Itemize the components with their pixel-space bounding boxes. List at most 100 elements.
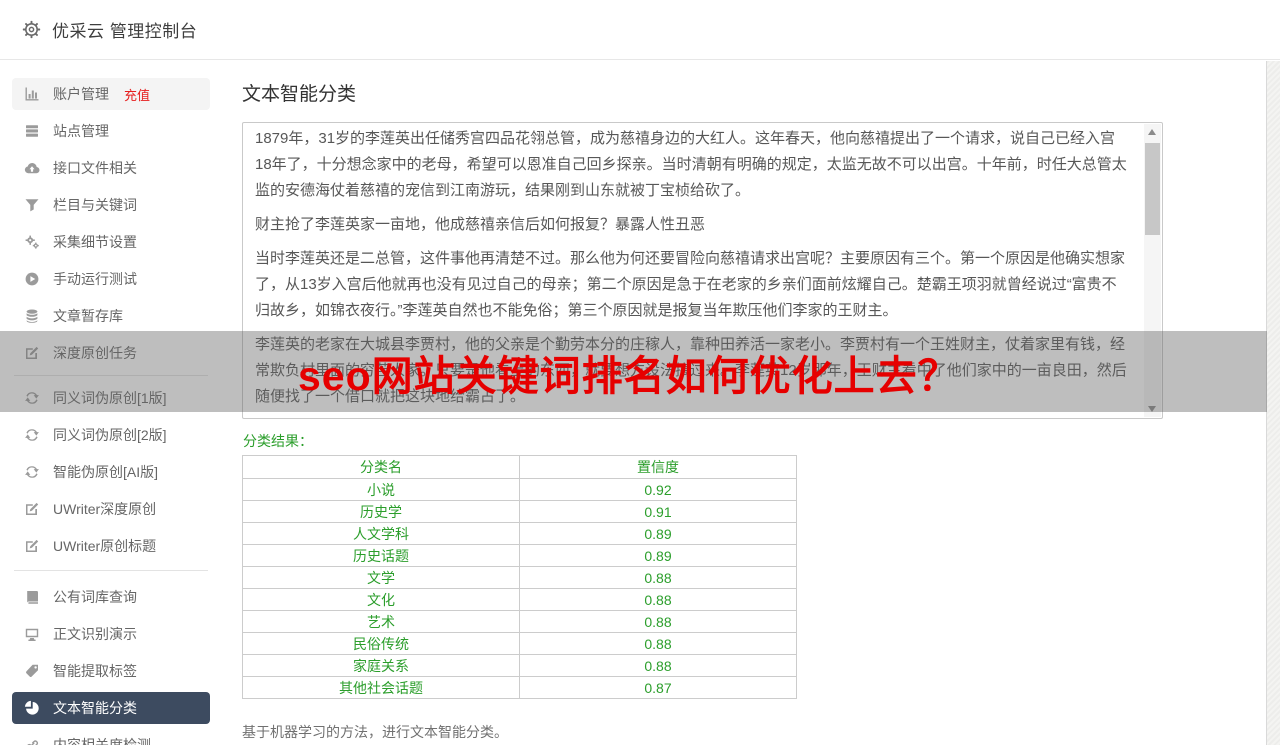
sidebar-item-11[interactable]: UWriter深度原创	[12, 493, 210, 525]
table-row: 民俗传统0.88	[243, 633, 797, 655]
gears-icon	[24, 234, 40, 250]
table-cell: 艺术	[243, 611, 520, 633]
sidebar-item-label: UWriter原创标题	[53, 536, 156, 556]
table-cell: 0.89	[520, 523, 797, 545]
sidebar-item-label: 手动运行测试	[53, 269, 137, 289]
header-bar: 优采云 管理控制台	[0, 0, 1280, 60]
table-row: 历史话题0.89	[243, 545, 797, 567]
sidebar-item-2[interactable]: 接口文件相关	[12, 152, 210, 184]
editor-paragraph: 财主抢了李莲英家一亩地，他成慈禧亲信后如何报复？暴露人性丑恶	[255, 212, 1130, 238]
app-window: 优采云 管理控制台 账户管理充值站点管理接口文件相关栏目与关键词采集细节设置手动…	[0, 0, 1280, 745]
tag-icon	[24, 663, 40, 679]
refresh-icon	[24, 427, 40, 443]
table-cell: 家庭关系	[243, 655, 520, 677]
sidebar-item-10[interactable]: 智能伪原创[AI版]	[12, 456, 210, 488]
sidebar-item-label: 账户管理	[53, 84, 109, 104]
sidebar-item-label: 栏目与关键词	[53, 195, 137, 215]
sidebar-item-1[interactable]: 站点管理	[12, 115, 210, 147]
table-cell: 0.88	[520, 611, 797, 633]
edit-icon	[24, 501, 40, 517]
filter-icon	[24, 197, 40, 213]
watermark-overlay: seo网站关键词排名如何优化上去？	[0, 331, 1267, 412]
sidebar-item-9[interactable]: 同义词伪原创[2版]	[12, 419, 210, 451]
editor-paragraph: 1879年，31岁的李莲英出任储秀宫四品花翎总管，成为慈禧身边的大红人。这年春天…	[255, 126, 1130, 204]
table-header-cell: 分类名	[243, 456, 520, 479]
sidebar-item-label: 智能伪原创[AI版]	[53, 462, 158, 482]
cloud-upload-icon	[24, 160, 40, 176]
table-cell: 0.88	[520, 655, 797, 677]
sidebar-item-5[interactable]: 手动运行测试	[12, 263, 210, 295]
sidebar-item-14[interactable]: 正文识别演示	[12, 618, 210, 650]
scrollbar-thumb[interactable]	[1145, 143, 1160, 235]
table-header-cell: 置信度	[520, 456, 797, 479]
monitor-icon	[24, 626, 40, 642]
server-icon	[24, 123, 40, 139]
play-circle-icon	[24, 271, 40, 287]
page-background-strip	[1266, 61, 1280, 745]
table-cell: 文学	[243, 567, 520, 589]
bar-chart-icon	[24, 86, 40, 102]
sidebar-item-0[interactable]: 账户管理充值	[12, 78, 210, 110]
table-cell: 0.91	[520, 501, 797, 523]
table-cell: 历史话题	[243, 545, 520, 567]
sidebar-item-label: 正文识别演示	[53, 624, 137, 644]
sidebar-item-label: 文本智能分类	[53, 698, 137, 718]
sidebar-item-label: 站点管理	[53, 121, 109, 141]
sidebar-item-13[interactable]: 公有词库查询	[12, 581, 210, 613]
table-cell: 0.88	[520, 567, 797, 589]
settings-gear-icon	[22, 20, 41, 39]
refresh-icon	[24, 464, 40, 480]
sidebar-item-3[interactable]: 栏目与关键词	[12, 189, 210, 221]
sidebar-divider	[14, 570, 208, 571]
sidebar-item-label: 同义词伪原创[2版]	[53, 425, 167, 445]
table-head: 分类名置信度	[243, 456, 797, 479]
edit-icon	[24, 538, 40, 554]
table-cell: 文化	[243, 589, 520, 611]
table-cell: 其他社会话题	[243, 677, 520, 699]
table-row: 人文学科0.89	[243, 523, 797, 545]
table-row: 文学0.88	[243, 567, 797, 589]
table-cell: 历史学	[243, 501, 520, 523]
sidebar-item-6[interactable]: 文章暂存库	[12, 300, 210, 332]
sidebar-item-12[interactable]: UWriter原创标题	[12, 530, 210, 562]
page-title: 文本智能分类	[242, 79, 356, 106]
editor-paragraph: 财主抢了李莲英家一亩地，他成慈禧亲信后如何报复？暴露人性丑恶	[255, 418, 1130, 419]
sidebar-item-label: 内容相关度检测	[53, 735, 151, 745]
sidebar-item-label: 接口文件相关	[53, 158, 137, 178]
table-row: 家庭关系0.88	[243, 655, 797, 677]
sidebar-item-label: 智能提取标签	[53, 661, 137, 681]
database-icon	[24, 308, 40, 324]
sidebar-item-label: 公有词库查询	[53, 587, 137, 607]
table-cell: 0.87	[520, 677, 797, 699]
table-row: 历史学0.91	[243, 501, 797, 523]
results-label: 分类结果：	[243, 431, 313, 451]
table-cell: 民俗传统	[243, 633, 520, 655]
table-cell: 0.92	[520, 479, 797, 501]
table-row: 文化0.88	[243, 589, 797, 611]
app-title: 优采云 管理控制台	[52, 17, 197, 42]
watermark-text: seo网站关键词排名如何优化上去？	[298, 342, 960, 402]
sidebar-item-16[interactable]: 文本智能分类	[12, 692, 210, 724]
table-row: 小说0.92	[243, 479, 797, 501]
table-cell: 0.88	[520, 589, 797, 611]
table-body: 小说0.92历史学0.91人文学科0.89历史话题0.89文学0.88文化0.8…	[243, 479, 797, 699]
recharge-badge[interactable]: 充值	[124, 85, 150, 104]
table-header-row: 分类名置信度	[243, 456, 797, 479]
sidebar-item-4[interactable]: 采集细节设置	[12, 226, 210, 258]
pie-chart-icon	[24, 700, 40, 716]
sidebar-item-15[interactable]: 智能提取标签	[12, 655, 210, 687]
sidebar-item-label: 文章暂存库	[53, 306, 123, 326]
editor-paragraph: 当时李莲英还是二总管，这件事他再清楚不过。那么他为何还要冒险向慈禧请求出宫呢？主…	[255, 246, 1130, 324]
link-icon	[24, 737, 40, 745]
table-cell: 0.89	[520, 545, 797, 567]
sidebar-item-label: 采集细节设置	[53, 232, 137, 252]
table-cell: 小说	[243, 479, 520, 501]
table-cell: 人文学科	[243, 523, 520, 545]
table-row: 艺术0.88	[243, 611, 797, 633]
description-note: 基于机器学习的方法，进行文本智能分类。	[242, 722, 508, 742]
book-icon	[24, 589, 40, 605]
table-cell: 0.88	[520, 633, 797, 655]
sidebar-item-17[interactable]: 内容相关度检测	[12, 729, 210, 745]
scroll-up-icon[interactable]	[1144, 124, 1161, 140]
sidebar-item-label: UWriter深度原创	[53, 499, 156, 519]
